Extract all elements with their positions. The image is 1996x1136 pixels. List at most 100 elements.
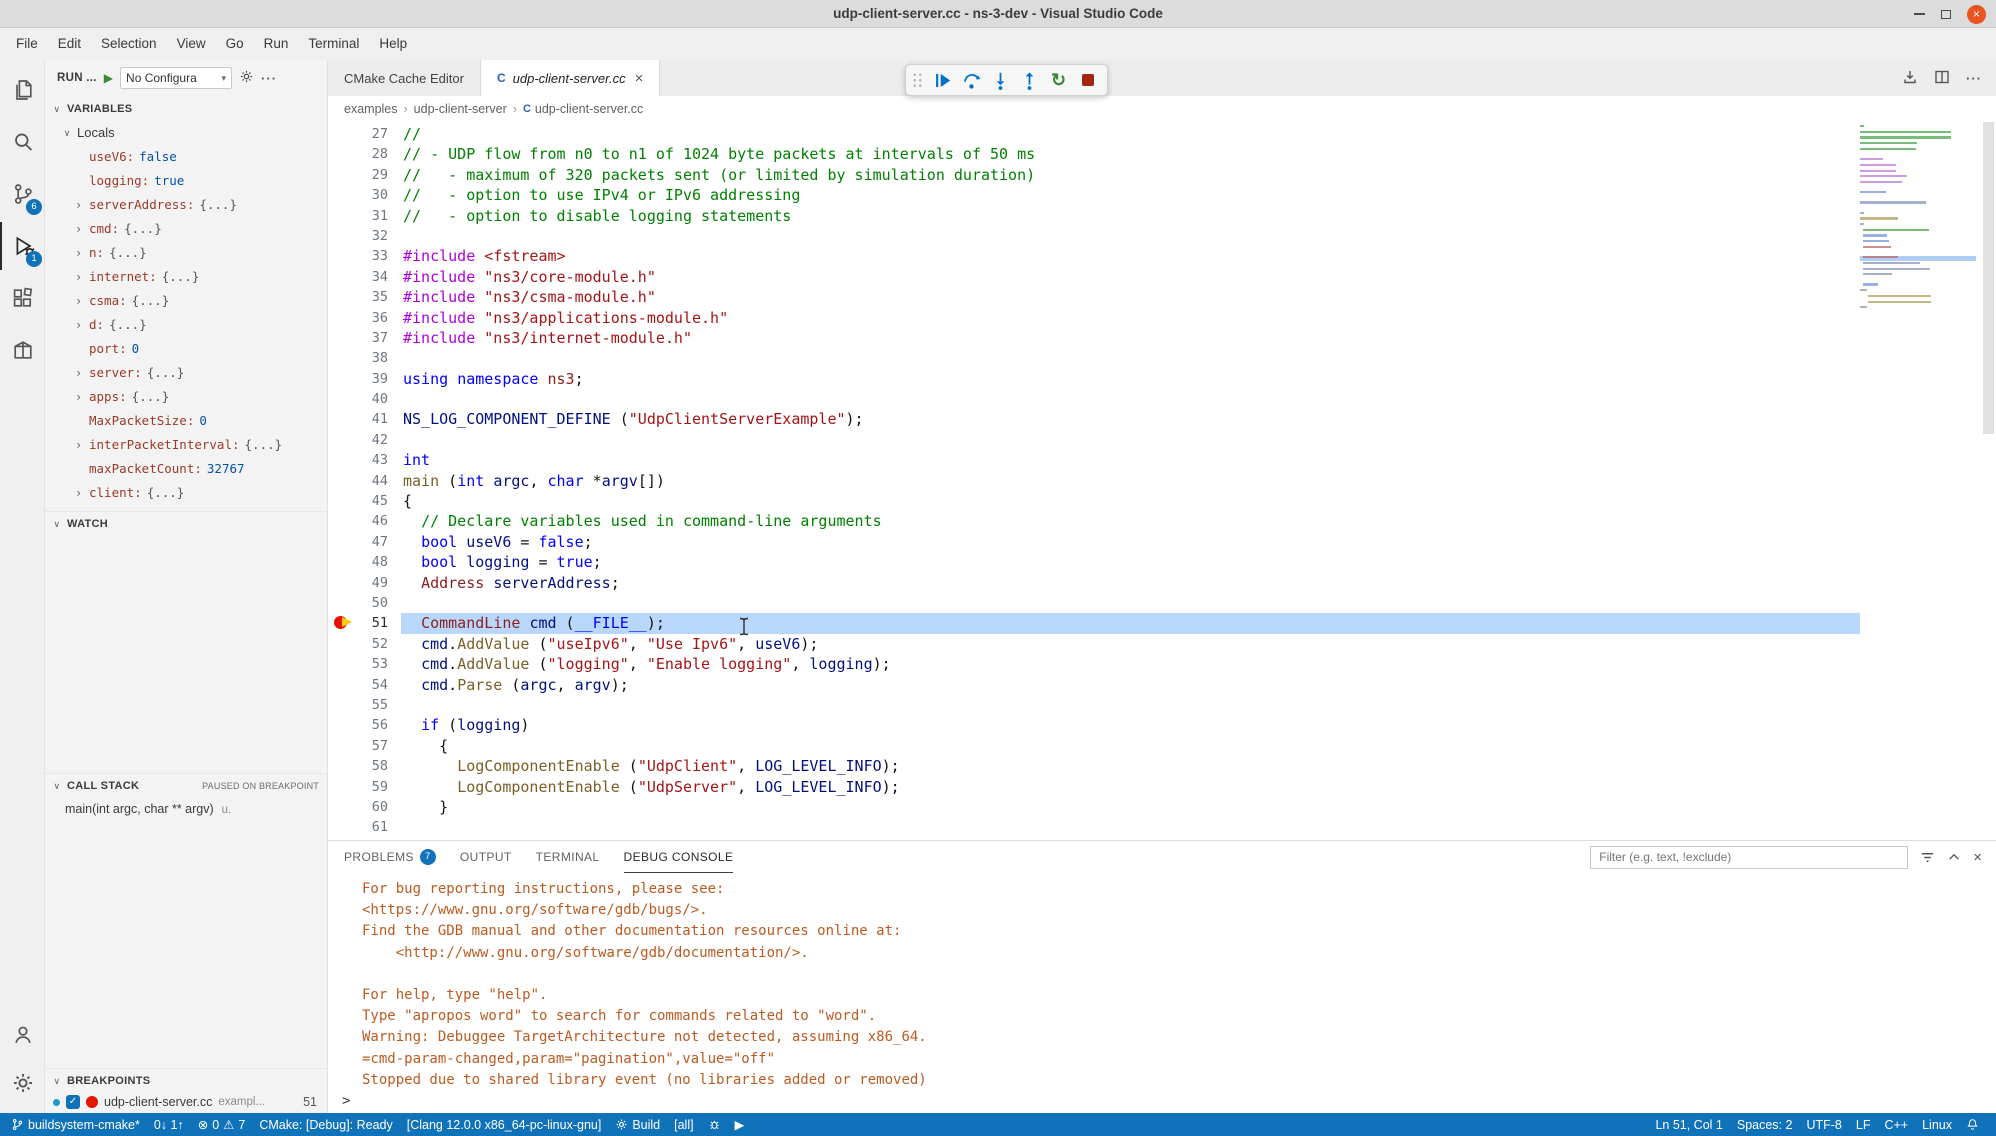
close-panel-icon[interactable]: ×	[1973, 849, 1982, 866]
panel-tab-problems[interactable]: PROBLEMS7	[344, 841, 436, 873]
breakpoint-checkbox[interactable]: ✓	[66, 1095, 80, 1109]
status-git-branch[interactable]: buildsystem-cmake*	[4, 1113, 147, 1136]
continue-button[interactable]	[929, 67, 956, 93]
menu-item-run[interactable]: Run	[254, 28, 299, 60]
code-line[interactable]: 36#include "ns3/applications-module.h"	[328, 308, 1996, 328]
restart-button[interactable]: ↻	[1045, 67, 1072, 93]
variable-row[interactable]: ›cmd:{...}	[45, 217, 327, 241]
variable-row[interactable]: ›internet:{...}	[45, 265, 327, 289]
step-into-button[interactable]	[987, 67, 1014, 93]
variable-row[interactable]: ›client:{...}	[45, 481, 327, 505]
console-filter-input[interactable]	[1590, 846, 1908, 869]
maximize-panel-icon[interactable]	[1947, 850, 1961, 864]
launch-settings-gear-icon[interactable]	[239, 69, 254, 87]
code-line[interactable]: 33#include <fstream>	[328, 246, 1996, 266]
code-line[interactable]: 46 // Declare variables used in command-…	[328, 511, 1996, 531]
drag-handle-icon[interactable]	[912, 72, 923, 88]
code-line[interactable]: 31// - option to disable logging stateme…	[328, 206, 1996, 226]
split-editor-icon[interactable]	[1934, 69, 1950, 88]
code-line[interactable]: 52 cmd.AddValue ("useIpv6", "Use Ipv6", …	[328, 634, 1996, 654]
menu-item-view[interactable]: View	[167, 28, 216, 60]
status-cmake-launch[interactable]: ▶	[728, 1113, 752, 1136]
code-line[interactable]: 41NS_LOG_COMPONENT_DEFINE ("UdpClientSer…	[328, 409, 1996, 429]
editor-scrollbar[interactable]	[1983, 122, 1994, 434]
variable-row[interactable]: ›serverAddress:{...}	[45, 193, 327, 217]
code-line[interactable]: 51 CommandLine cmd (__FILE__);	[328, 613, 1996, 633]
code-line[interactable]: 61	[328, 817, 1996, 837]
code-line[interactable]: 27//	[328, 124, 1996, 144]
menu-item-help[interactable]: Help	[369, 28, 417, 60]
code-line[interactable]: 50	[328, 593, 1996, 613]
activitybar-accounts[interactable]	[0, 1011, 45, 1059]
activitybar-settings[interactable]	[0, 1059, 45, 1107]
status-cmake-kit[interactable]: [Clang 12.0.0 x86_64-pc-linux-gnu]	[400, 1113, 609, 1136]
variable-row[interactable]: ›d:{...}	[45, 313, 327, 337]
activitybar-search[interactable]	[0, 118, 45, 166]
panel-tab-debug-console[interactable]: DEBUG CONSOLE	[624, 841, 734, 873]
titlebar[interactable]: udp-client-server.cc - ns-3-dev - Visual…	[0, 0, 1996, 28]
code-line[interactable]: 32	[328, 226, 1996, 246]
variable-row[interactable]: ›csma:{...}	[45, 289, 327, 313]
status-cmake-variant[interactable]: CMake: [Debug]: Ready	[252, 1113, 399, 1136]
status-eol[interactable]: LF	[1849, 1113, 1878, 1136]
variable-row[interactable]: maxPacketCount:32767	[45, 457, 327, 481]
code-line[interactable]: 35#include "ns3/csma-module.h"	[328, 287, 1996, 307]
code-line[interactable]: 40	[328, 389, 1996, 409]
status-errors[interactable]: ⊗0	[191, 1113, 221, 1136]
activitybar-explorer[interactable]	[0, 66, 45, 114]
code-line[interactable]: 49 Address serverAddress;	[328, 573, 1996, 593]
status-cmake-build-target[interactable]: [all]	[667, 1113, 700, 1136]
status-indentation[interactable]: Spaces: 2	[1730, 1113, 1800, 1136]
tab-udp-client-server-cc[interactable]: Cudp-client-server.cc×	[481, 60, 660, 96]
code-line[interactable]: 48 bool logging = true;	[328, 552, 1996, 572]
console-output[interactable]: For bug reporting instructions, please s…	[328, 879, 1996, 1087]
breadcrumb-item[interactable]: udp-client-server	[414, 102, 507, 116]
status-cmake-build[interactable]: Build	[608, 1113, 667, 1136]
breadcrumb-item[interactable]: Cudp-client-server.cc	[523, 102, 643, 116]
panel-tab-output[interactable]: OUTPUT	[460, 841, 512, 873]
restore-button[interactable]	[1941, 10, 1951, 19]
variables-section-header[interactable]: ∨ VARIABLES	[45, 97, 327, 121]
code-line[interactable]: 55	[328, 695, 1996, 715]
watch-section-header[interactable]: ∨ WATCH	[45, 511, 327, 535]
menu-item-terminal[interactable]: Terminal	[298, 28, 369, 60]
step-out-button[interactable]	[1016, 67, 1043, 93]
code-editor[interactable]: 27//28// - UDP flow from n0 to n1 of 102…	[328, 122, 1996, 840]
minimap[interactable]	[1860, 122, 1976, 315]
code-line[interactable]: 37#include "ns3/internet-module.h"	[328, 328, 1996, 348]
step-over-button[interactable]	[958, 67, 985, 93]
variable-row[interactable]: logging:true	[45, 169, 327, 193]
code-line[interactable]: 29// - maximum of 320 packets sent (or l…	[328, 165, 1996, 185]
minimize-button[interactable]	[1914, 13, 1925, 15]
breadcrumb-item[interactable]: examples	[344, 102, 398, 116]
status-cursor-position[interactable]: Ln 51, Col 1	[1648, 1113, 1729, 1136]
code-line[interactable]: 38	[328, 348, 1996, 368]
tab-cmake-cache-editor[interactable]: CMake Cache Editor	[328, 60, 481, 96]
variable-row[interactable]: MaxPacketSize:0	[45, 409, 327, 433]
status-language-mode[interactable]: C++	[1877, 1113, 1915, 1136]
activitybar-source-control[interactable]: 6	[0, 170, 45, 218]
start-debugging-button[interactable]: ▶	[104, 71, 113, 85]
call-stack-section-header[interactable]: ∨ CALL STACK PAUSED ON BREAKPOINT	[45, 773, 327, 797]
variable-row[interactable]: ›server:{...}	[45, 361, 327, 385]
activitybar-run-and-debug[interactable]: 1	[0, 222, 45, 270]
stack-frame-main[interactable]: main(int argc, char ** argv)u.	[45, 797, 327, 821]
download-icon[interactable]	[1902, 69, 1918, 88]
debug-configuration-dropdown[interactable]: No Configura ▾	[120, 67, 232, 89]
breakpoint-item[interactable]: ✓ udp-client-server.cc exampl... 51	[45, 1092, 327, 1112]
stop-button[interactable]	[1074, 67, 1101, 93]
code-line[interactable]: 60 }	[328, 797, 1996, 817]
code-line[interactable]: 53 cmd.AddValue ("logging", "Enable logg…	[328, 654, 1996, 674]
code-line[interactable]: 42	[328, 430, 1996, 450]
code-line[interactable]: 57 {	[328, 736, 1996, 756]
variable-row[interactable]: ›n:{...}	[45, 241, 327, 265]
code-line[interactable]: 59 LogComponentEnable ("UdpServer", LOG_…	[328, 777, 1996, 797]
menu-item-selection[interactable]: Selection	[91, 28, 167, 60]
variable-row[interactable]: useV6:false	[45, 145, 327, 169]
activitybar-extensions[interactable]	[0, 274, 45, 322]
activitybar-cmake[interactable]	[0, 326, 45, 374]
code-line[interactable]: 54 cmd.Parse (argc, argv);	[328, 675, 1996, 695]
console-prompt[interactable]: >	[342, 1093, 350, 1109]
close-icon[interactable]: ×	[635, 70, 644, 87]
status-warnings[interactable]: ⚠7	[221, 1113, 252, 1136]
